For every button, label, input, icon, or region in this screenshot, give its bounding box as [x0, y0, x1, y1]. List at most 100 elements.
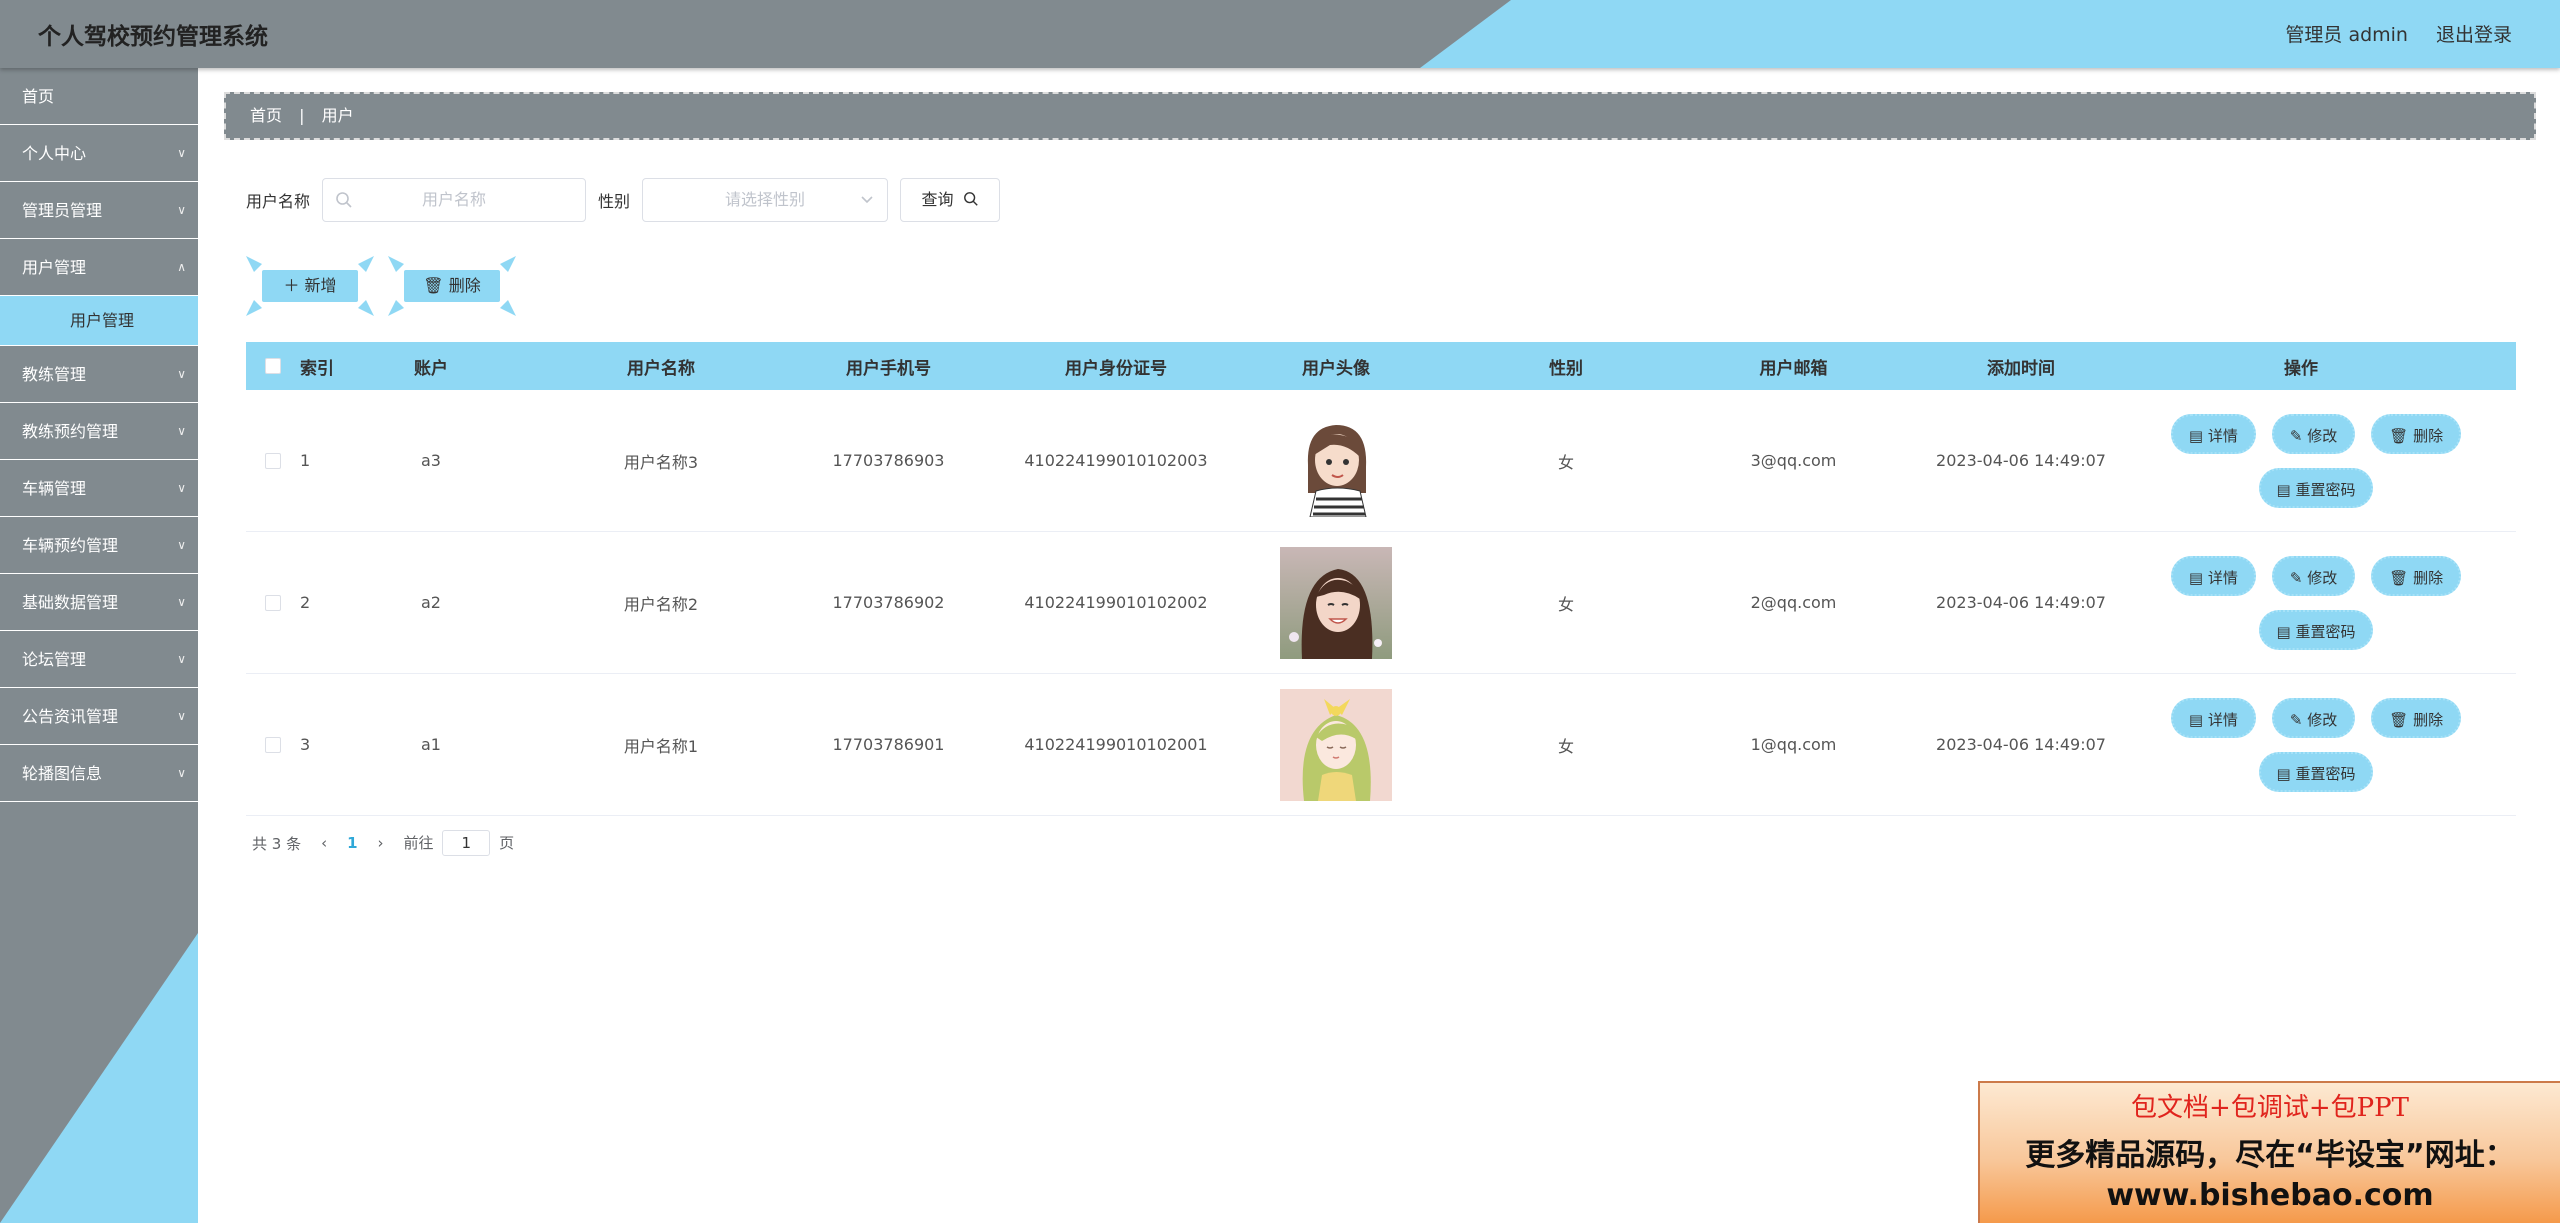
- breadcrumb-home[interactable]: 首页: [250, 106, 282, 125]
- sidebar: 首页 个人中心 ∨ 管理员管理 ∨ 用户管理 ∧ 用户管理 教练管理 ∨ 教练预…: [0, 68, 198, 1223]
- sidebar-item-coach-mgmt[interactable]: 教练管理 ∨: [0, 346, 198, 403]
- sidebar-item-label: 教练预约管理: [22, 422, 119, 441]
- cell-ops: ▤ 详情 ✎ 修改 🗑 删除 ▤ 重置密码: [2170, 555, 2462, 650]
- header-index: 索引: [300, 358, 334, 379]
- cell-email: 2@qq.com: [1750, 593, 1837, 612]
- reset-password-button[interactable]: ▤ 重置密码: [2258, 609, 2374, 650]
- sidebar-item-home[interactable]: 首页: [0, 68, 198, 125]
- cell-phone: 17703786901: [832, 735, 945, 754]
- breadcrumb-separator: |: [299, 106, 305, 125]
- header-time: 添加时间: [1987, 358, 2055, 379]
- trash-icon: 🗑: [2389, 426, 2414, 445]
- username-search-input[interactable]: 用户名称: [322, 178, 587, 222]
- header-user-area: 管理员 admin 退出登录: [2285, 20, 2512, 47]
- breadcrumb: 首页 | 用户: [224, 92, 2536, 140]
- chevron-down-icon: ∨: [177, 595, 186, 609]
- cell-name: 用户名称3: [623, 452, 699, 472]
- promo-line-2: 更多精品源码，尽在“毕设宝”网址：: [2025, 1138, 2515, 1173]
- sidebar-item-label: 首页: [22, 87, 55, 106]
- search-form: 用户名称 用户名称 性别 请选择性别 查询: [246, 178, 1001, 222]
- sidebar-subitem-user-mgmt[interactable]: 用户管理: [0, 296, 198, 346]
- table-row: 2 a2 用户名称2 17703786902 41022419901010200…: [246, 532, 2516, 674]
- chevron-down-icon: ∨: [177, 652, 186, 666]
- table-row: 3 a1 用户名称1 17703786901 41022419901010200…: [246, 674, 2516, 816]
- header-name: 用户名称: [627, 358, 695, 379]
- delete-button-label: 删除: [448, 276, 481, 295]
- row-delete-button[interactable]: 🗑 删除: [2371, 555, 2462, 596]
- query-button-label: 查询: [921, 190, 954, 209]
- detail-button[interactable]: ▤ 详情: [2170, 413, 2256, 454]
- trash-icon: 🗑: [2389, 710, 2414, 729]
- pencil-icon: ✎: [2289, 568, 2308, 587]
- chevron-left-icon[interactable]: ‹: [321, 834, 327, 852]
- sidebar-item-vehicle-booking[interactable]: 车辆预约管理 ∨: [0, 517, 198, 574]
- sidebar-item-admin-mgmt[interactable]: 管理员管理 ∨: [0, 182, 198, 239]
- detail-label: 详情: [2207, 568, 2238, 587]
- row-checkbox[interactable]: [246, 452, 300, 469]
- chevron-up-icon: ∧: [177, 260, 186, 274]
- avatar[interactable]: [1280, 404, 1392, 517]
- trash-icon: 🗑: [2389, 568, 2414, 587]
- sidebar-item-news[interactable]: 公告资讯管理 ∨: [0, 688, 198, 745]
- avatar[interactable]: [1280, 546, 1392, 659]
- select-all-checkbox[interactable]: [246, 358, 300, 374]
- pagination: 共 3 条 ‹ 1 › 前往 1 页: [252, 830, 514, 856]
- chevron-down-icon: ∨: [177, 146, 186, 160]
- sidebar-item-label: 车辆预约管理: [22, 536, 119, 555]
- reset-label: 重置密码: [2295, 764, 2356, 783]
- chevron-down-icon: ∨: [177, 709, 186, 723]
- sidebar-item-basic-data[interactable]: 基础数据管理 ∨: [0, 574, 198, 631]
- chevron-down-icon: ∨: [177, 766, 186, 780]
- pencil-icon: ✎: [2289, 426, 2308, 445]
- cell-name: 用户名称2: [623, 594, 699, 614]
- delete-label: 删除: [2413, 426, 2444, 445]
- sidebar-item-profile[interactable]: 个人中心 ∨: [0, 125, 198, 182]
- cell-phone: 17703786902: [832, 593, 945, 612]
- reset-label: 重置密码: [2295, 622, 2356, 641]
- sidebar-item-vehicle-mgmt[interactable]: 车辆管理 ∨: [0, 460, 198, 517]
- cell-idcard: 410224199010102003: [1024, 451, 1208, 470]
- detail-button[interactable]: ▤ 详情: [2170, 555, 2256, 596]
- row-delete-button[interactable]: 🗑 删除: [2371, 697, 2462, 738]
- chevron-right-icon[interactable]: ›: [378, 834, 384, 852]
- sidebar-item-label: 论坛管理: [22, 650, 87, 669]
- reset-password-button[interactable]: ▤ 重置密码: [2258, 751, 2374, 792]
- cell-index: 3: [300, 735, 311, 754]
- detail-button[interactable]: ▤ 详情: [2170, 697, 2256, 738]
- edit-button[interactable]: ✎ 修改: [2271, 555, 2356, 596]
- sidebar-item-label: 个人中心: [22, 144, 87, 163]
- row-delete-button[interactable]: 🗑 删除: [2371, 413, 2462, 454]
- pager-goto-input[interactable]: 1: [442, 830, 491, 856]
- header-avatar: 用户头像: [1302, 358, 1370, 379]
- sidebar-item-forum[interactable]: 论坛管理 ∨: [0, 631, 198, 688]
- cell-gender: 女: [1557, 594, 1574, 614]
- reset-password-button[interactable]: ▤ 重置密码: [2258, 467, 2374, 508]
- edit-button[interactable]: ✎ 修改: [2271, 697, 2356, 738]
- add-button[interactable]: ＋ 新增: [246, 256, 374, 316]
- edit-button[interactable]: ✎ 修改: [2271, 413, 2356, 454]
- chevron-down-icon: ∨: [177, 367, 186, 381]
- reset-label: 重置密码: [2295, 480, 2356, 499]
- row-checkbox[interactable]: [246, 594, 300, 611]
- cell-idcard: 410224199010102002: [1024, 593, 1208, 612]
- logout-link[interactable]: 退出登录: [2436, 20, 2512, 47]
- sidebar-item-coach-booking[interactable]: 教练预约管理 ∨: [0, 403, 198, 460]
- gender-select[interactable]: 请选择性别: [642, 178, 889, 222]
- add-button-label: 新增: [304, 276, 337, 295]
- avatar[interactable]: [1280, 688, 1392, 801]
- delete-button[interactable]: 🗑 删除: [388, 256, 516, 316]
- sidebar-item-label: 管理员管理: [22, 201, 103, 220]
- pager-page[interactable]: 1: [347, 834, 357, 852]
- trash-icon: 🗑: [423, 276, 444, 295]
- promo-line-3: www.bishebao.com: [2106, 1178, 2434, 1213]
- sidebar-item-carousel[interactable]: 轮播图信息 ∨: [0, 745, 198, 802]
- edit-label: 修改: [2307, 426, 2338, 445]
- sidebar-item-user-mgmt[interactable]: 用户管理 ∧: [0, 239, 198, 296]
- row-checkbox[interactable]: [246, 736, 300, 753]
- query-button[interactable]: 查询: [900, 178, 1001, 222]
- cell-idcard: 410224199010102001: [1024, 735, 1208, 754]
- app-title: 个人驾校预约管理系统: [38, 24, 268, 50]
- header-email: 用户邮箱: [1759, 358, 1828, 379]
- breadcrumb-current: 用户: [321, 106, 354, 125]
- chevron-down-icon: ∨: [177, 203, 186, 217]
